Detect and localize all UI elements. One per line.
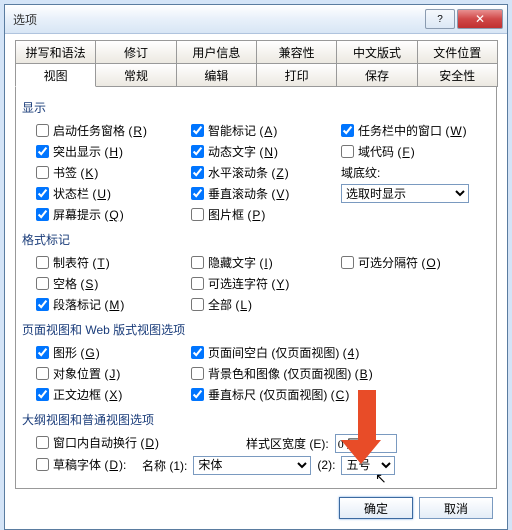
font-size-label: (2): — [317, 458, 335, 472]
cb-display-3[interactable]: 垂直滚动条 (V) — [177, 183, 327, 204]
tab-save[interactable]: 保存 — [336, 63, 417, 87]
cancel-button[interactable]: 取消 — [419, 497, 493, 519]
tab-spelling[interactable]: 拼写和语法 — [15, 40, 96, 64]
section-format-title: 格式标记 — [22, 231, 490, 248]
style-width-label: 样式区宽度 (E): — [246, 435, 329, 452]
cb-display-0[interactable]: 智能标记 (A) — [177, 120, 327, 141]
cb-format-0[interactable]: 可选分隔符 (O) — [327, 252, 490, 273]
cb-format-2[interactable]: 全部 (L) — [177, 294, 327, 315]
tab-cjk[interactable]: 中文版式 — [336, 40, 417, 64]
tab-revisions[interactable]: 修订 — [95, 40, 176, 64]
cb-display-3[interactable]: 状态栏 (U) — [22, 183, 177, 204]
cb-display-0[interactable]: 启动任务窗格 (R) — [22, 120, 177, 141]
help-button[interactable]: ? — [425, 9, 455, 29]
cb-pageweb-0[interactable]: 图形 (G) — [22, 342, 177, 363]
section-display-title: 显示 — [22, 99, 490, 116]
cb-display-4[interactable]: 图片框 (P) — [177, 204, 327, 225]
cb-format-0[interactable]: 隐藏文字 (I) — [177, 252, 327, 273]
cb-display-1[interactable]: 动态文字 (N) — [177, 141, 327, 162]
close-button[interactable]: ✕ — [457, 9, 503, 29]
tab-fileloc[interactable]: 文件位置 — [417, 40, 498, 64]
cb-pageweb-2[interactable]: 垂直标尺 (仅页面视图) (C) — [177, 384, 490, 405]
cb-wrap-in-window[interactable]: 窗口内自动换行 (D) — [22, 432, 232, 453]
cb-draft-font[interactable]: 草稿字体 (D): — [22, 454, 142, 475]
cb-format-1[interactable]: 可选连字符 (Y) — [177, 273, 327, 294]
cb-display-1[interactable]: 域代码 (F) — [327, 141, 490, 162]
window-title: 选项 — [9, 11, 425, 28]
tab-row-2: 视图 常规 编辑 打印 保存 安全性 — [15, 63, 497, 87]
tab-view[interactable]: 视图 — [15, 63, 96, 87]
font-name-label: 名称 (1): — [142, 457, 187, 474]
style-width-input[interactable] — [335, 434, 397, 453]
cb-pageweb-2[interactable]: 正文边框 (X) — [22, 384, 177, 405]
cb-display-0[interactable]: 任务栏中的窗口 (W) — [327, 120, 490, 141]
cb-display-1[interactable]: 突出显示 (H) — [22, 141, 177, 162]
font-size-select[interactable]: 五号 — [341, 456, 395, 475]
tab-general[interactable]: 常规 — [95, 63, 176, 87]
cb-pageweb-1[interactable]: 对象位置 (J) — [22, 363, 177, 384]
shading-label: 域底纹: — [327, 162, 490, 183]
ok-button[interactable]: 确定 — [339, 497, 413, 519]
tab-print[interactable]: 打印 — [256, 63, 337, 87]
cb-display-4[interactable]: 屏幕提示 (Q) — [22, 204, 177, 225]
cursor-icon: ↖ — [375, 470, 387, 487]
section-pageweb-title: 页面视图和 Web 版式视图选项 — [22, 321, 490, 338]
cb-display-2[interactable]: 书签 (K) — [22, 162, 177, 183]
cb-display-2[interactable]: 水平滚动条 (Z) — [177, 162, 327, 183]
shading-select[interactable]: 选取时显示 — [341, 184, 469, 203]
cb-format-1[interactable]: 空格 (S) — [22, 273, 177, 294]
cb-format-0[interactable]: 制表符 (T) — [22, 252, 177, 273]
tab-edit[interactable]: 编辑 — [176, 63, 257, 87]
tab-compat[interactable]: 兼容性 — [256, 40, 337, 64]
titlebar: 选项 ? ✕ — [5, 5, 507, 34]
tab-userinfo[interactable]: 用户信息 — [176, 40, 257, 64]
tab-panel: 显示 启动任务窗格 (R)突出显示 (H)书签 (K)状态栏 (U)屏幕提示 (… — [15, 86, 497, 489]
cb-pageweb-0[interactable]: 页面间空白 (仅页面视图) (4) — [177, 342, 490, 363]
cb-format-2[interactable]: 段落标记 (M) — [22, 294, 177, 315]
cb-pageweb-1[interactable]: 背景色和图像 (仅页面视图) (B) — [177, 363, 490, 384]
section-outline-title: 大纲视图和普通视图选项 — [22, 411, 490, 428]
tab-security[interactable]: 安全性 — [417, 63, 498, 87]
tab-row-1: 拼写和语法 修订 用户信息 兼容性 中文版式 文件位置 — [15, 40, 497, 64]
font-name-select[interactable]: 宋体 — [193, 456, 311, 475]
